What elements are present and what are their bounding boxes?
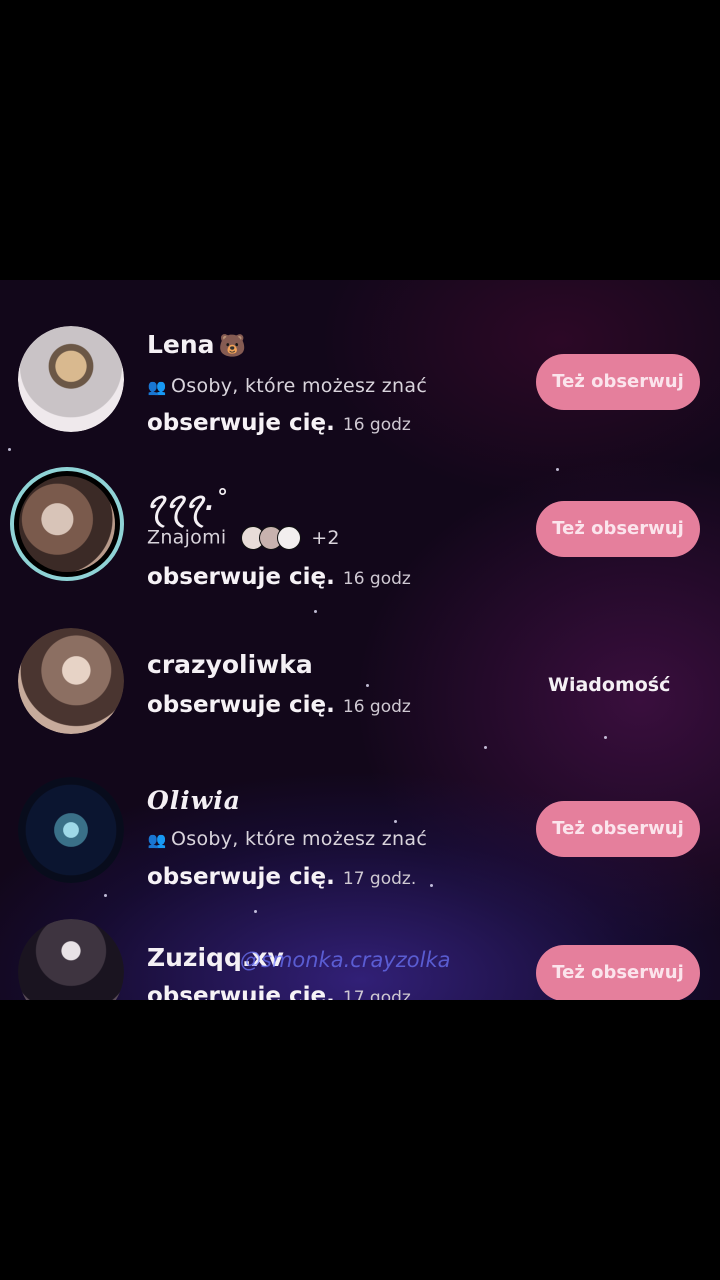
follow-notice: obserwuje cię. 17 godz	[147, 983, 411, 1000]
subtitle-text: Osoby, które możesz znać	[171, 828, 428, 850]
follow-back-button[interactable]: Też obserwuj	[536, 501, 700, 557]
follower-row[interactable]: crazyoliwka obserwuje cię. 16 godz Wiadom…	[0, 610, 720, 740]
subtitle-text: Znajomi	[147, 526, 227, 549]
suggestion-subtitle: 👥 Osoby, które możesz znać	[147, 828, 427, 850]
follow-notice: obserwuje cię. 17 godz.	[147, 864, 416, 890]
people-icon: 👥	[147, 831, 167, 849]
mutual-friend-avatar	[276, 526, 301, 550]
suggestion-subtitle: 👥 Osoby, które możesz znać	[147, 375, 427, 397]
mutual-count: +2	[311, 526, 340, 549]
timestamp: 17 godz	[342, 988, 411, 1000]
follow-notice: obserwuje cię. 16 godz	[147, 564, 411, 590]
follow-text: obserwuje cię.	[147, 410, 335, 436]
follow-notice: obserwuje cię. 16 godz	[147, 410, 411, 436]
follower-row[interactable]: Lena 🐻 👥 Osoby, które możesz znać obserwuj…	[0, 280, 720, 450]
bear-emoji-icon: 🐻	[218, 334, 246, 359]
follow-text: obserwuje cię.	[147, 564, 335, 590]
timestamp: 16 godz	[342, 415, 411, 435]
follow-notice: obserwuje cię. 16 godz	[147, 692, 411, 718]
mutual-friends-avatars	[240, 526, 307, 550]
profile-photo	[19, 476, 115, 572]
avatar[interactable]	[18, 326, 124, 432]
avatar[interactable]	[18, 919, 124, 1000]
username[interactable]: crazyoliwka	[147, 650, 313, 679]
avatar-with-story-ring[interactable]	[10, 467, 124, 581]
username-text: Lena	[147, 330, 215, 359]
username[interactable]: Oliwia	[147, 786, 241, 815]
star-decoration	[484, 746, 487, 749]
follow-text: obserwuje cię.	[147, 983, 335, 1000]
follower-row[interactable]: ꪖꪖꪖ.˚ Znajomi +2 obserwuje cię. 16 godz T…	[0, 450, 720, 600]
flower-avatar-image	[18, 777, 124, 883]
mutual-friends-subtitle: Znajomi +2	[147, 526, 340, 550]
follower-notifications-screen: Lena 🐻 👥 Osoby, które możesz znać obserwuj…	[0, 280, 720, 1000]
profile-photo	[18, 326, 124, 432]
username[interactable]: ꪖꪖꪖ.˚	[147, 477, 227, 530]
follow-text: obserwuje cię.	[147, 692, 335, 718]
follow-text: obserwuje cię.	[147, 864, 335, 890]
profile-photo	[18, 628, 124, 734]
people-icon: 👥	[147, 378, 167, 396]
timestamp: 16 godz	[342, 569, 411, 589]
star-decoration	[104, 894, 107, 897]
avatar[interactable]	[18, 628, 124, 734]
subtitle-text: Osoby, które możesz znać	[171, 375, 428, 397]
follow-back-button[interactable]: Też obserwuj	[536, 354, 700, 410]
follow-back-button[interactable]: Też obserwuj	[536, 801, 700, 857]
avatar[interactable]	[18, 777, 124, 883]
username[interactable]: Lena 🐻	[147, 330, 246, 359]
message-button[interactable]: Wiadomość	[548, 674, 670, 696]
timestamp: 17 godz.	[342, 869, 417, 889]
timestamp: 16 godz	[342, 697, 411, 717]
profile-photo	[18, 919, 124, 1000]
follower-row[interactable]: Oliwia 👥 Osoby, które możesz znać obserwu…	[0, 760, 720, 890]
follow-back-button[interactable]: Też obserwuj	[536, 945, 700, 1000]
watermark: @smonka.crayzolka	[240, 948, 451, 972]
